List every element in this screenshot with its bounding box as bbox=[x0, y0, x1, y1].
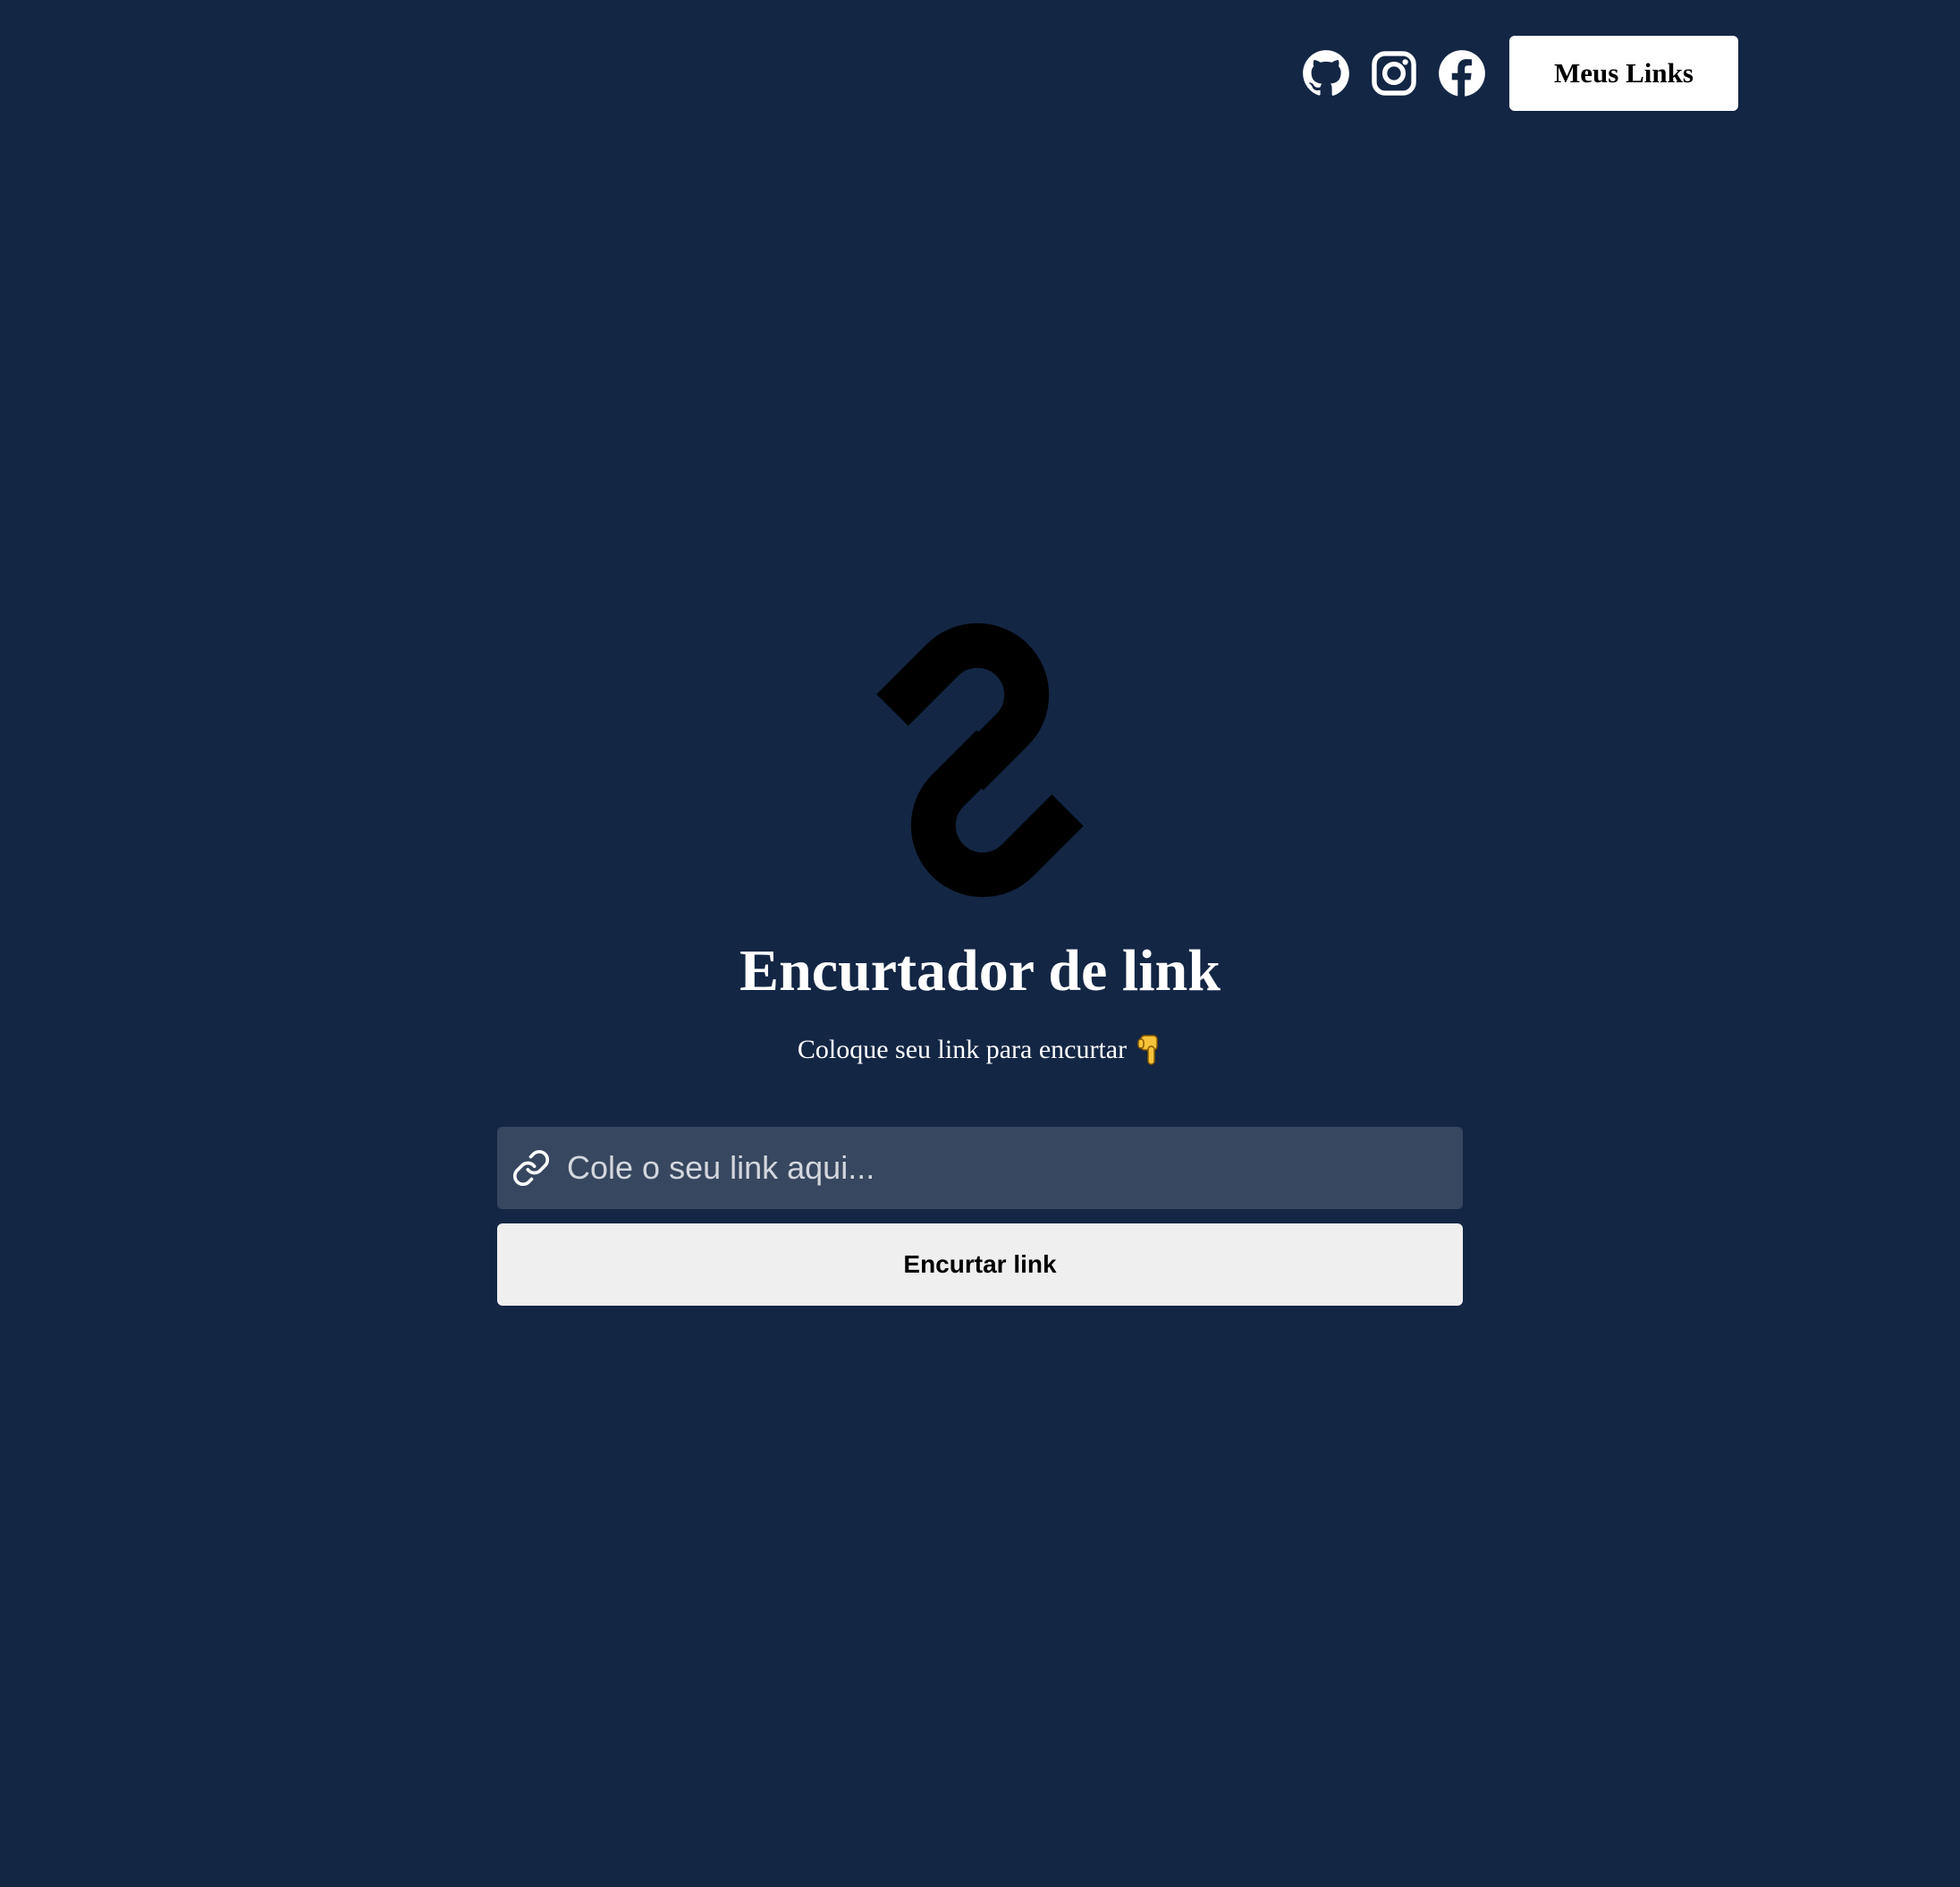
link-icon bbox=[511, 1148, 551, 1188]
my-links-button[interactable]: Meus Links bbox=[1509, 36, 1738, 111]
instagram-icon[interactable] bbox=[1370, 49, 1418, 97]
page-subtitle: Coloque seu link para encurtar bbox=[0, 1032, 1960, 1068]
pointing-down-hand-icon bbox=[1136, 1034, 1162, 1066]
page-title: Encurtador de link bbox=[739, 938, 1221, 1003]
subtitle-text: Coloque seu link para encurtar bbox=[797, 1035, 1128, 1064]
facebook-icon[interactable] bbox=[1438, 49, 1486, 97]
link-input[interactable] bbox=[567, 1132, 1463, 1204]
link-input-container bbox=[497, 1127, 1463, 1209]
chain-link-icon bbox=[810, 590, 1150, 930]
github-icon[interactable] bbox=[1302, 49, 1350, 97]
header-actions: Meus Links bbox=[1302, 36, 1738, 111]
shorten-link-button[interactable]: Encurtar link bbox=[497, 1223, 1463, 1306]
